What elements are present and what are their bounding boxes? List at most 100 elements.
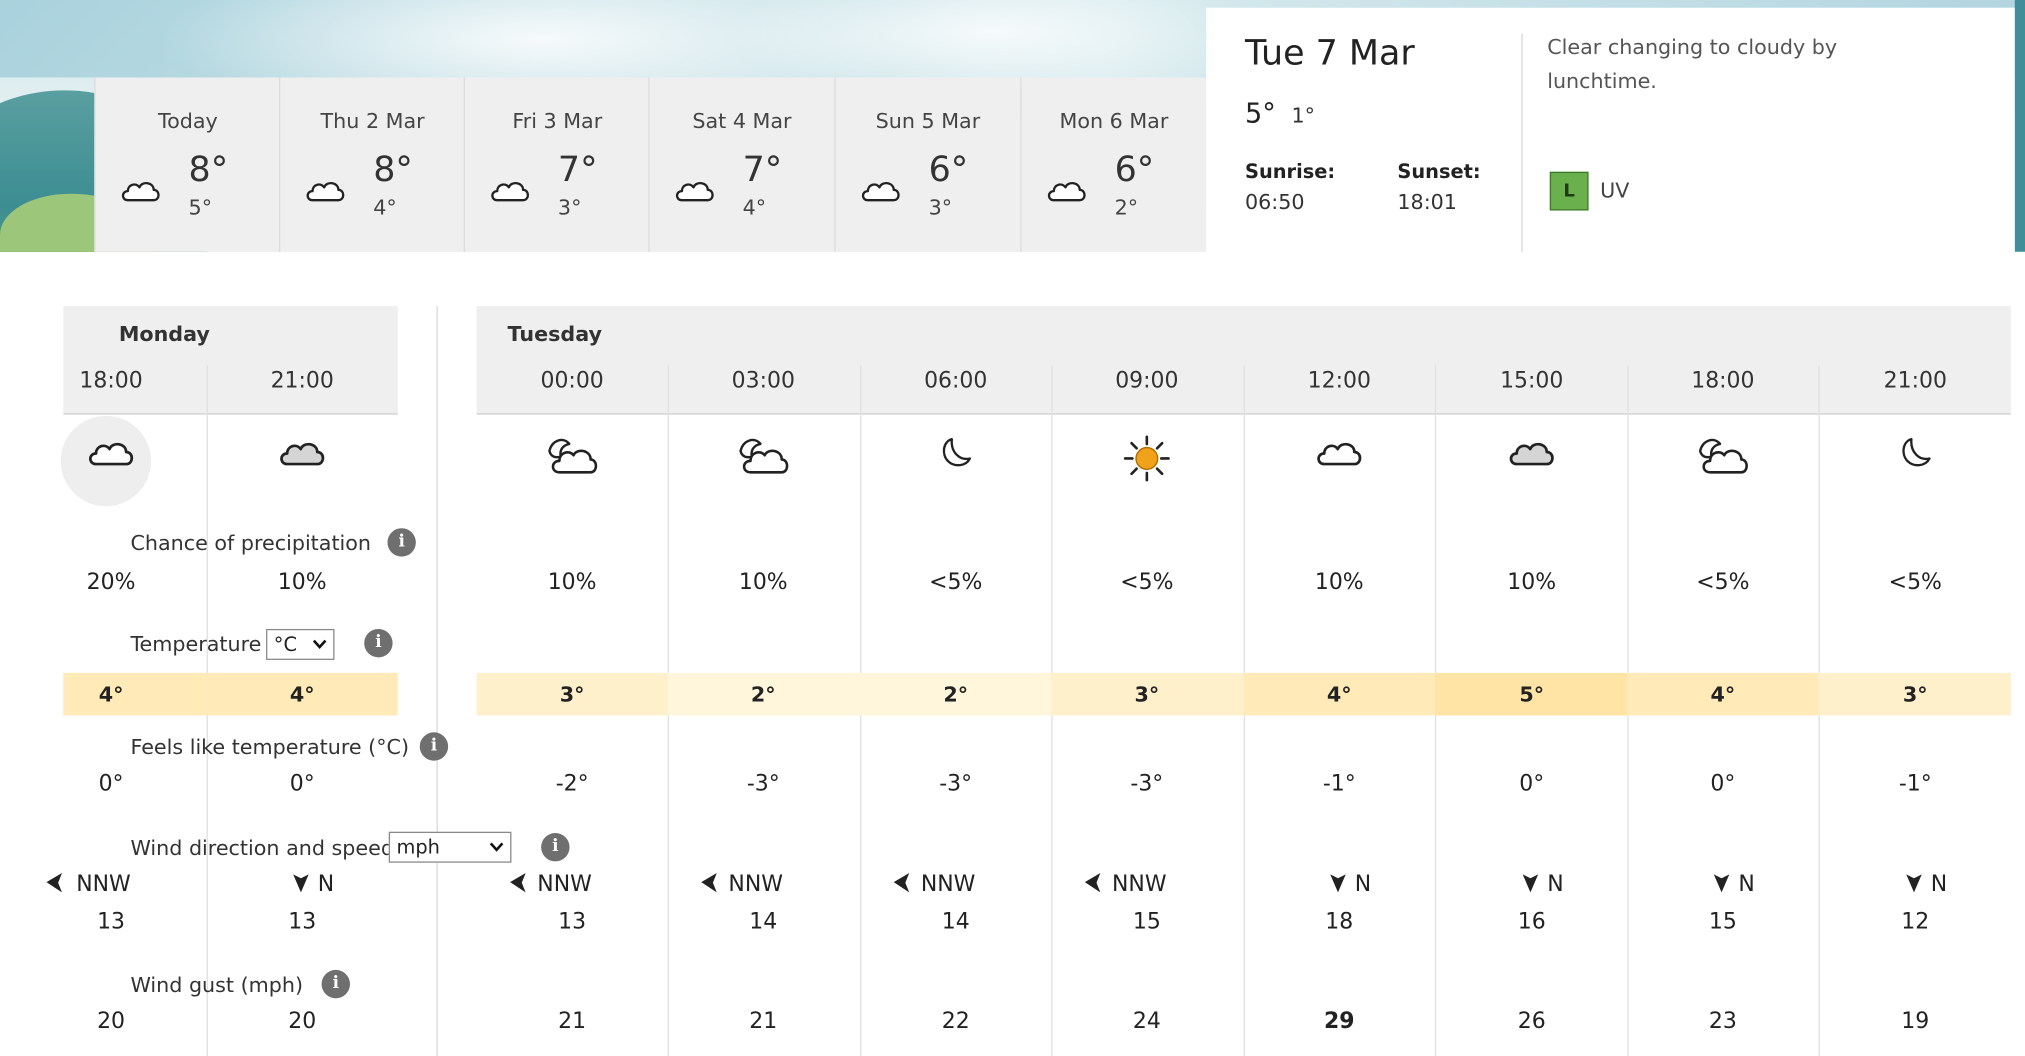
wind-direction-label: NNW [920, 871, 976, 898]
chevron-down-icon [312, 639, 327, 649]
hour-time[interactable]: 18:00 [1627, 368, 1818, 394]
wind-speed-value: 18 [1325, 909, 1354, 936]
cloud-icon [859, 174, 903, 205]
wind-direction-label: N [1354, 871, 1372, 898]
wind-speed-value: 14 [749, 909, 778, 936]
wind-speed-value: 13 [97, 909, 126, 936]
day-tab-name: Thu 2 Mar [320, 108, 425, 134]
selected-date: Tue 7 Mar [1245, 33, 1415, 74]
day-tab[interactable]: Mon 6 Mar 6° 2° [1020, 77, 1207, 252]
wind-direction-label: NNW [76, 871, 131, 898]
cloud-icon[interactable] [207, 434, 398, 486]
hour-time[interactable]: 12:00 [1244, 368, 1435, 394]
day-tab[interactable]: Sat 4 Mar 7° 4° [648, 77, 835, 252]
forecast-page: Today 8° 5° Thu 2 Mar 8° 4° Fri 3 Mar 7°… [0, 0, 2025, 1056]
sun-icon[interactable] [1051, 434, 1242, 486]
wind-speed-value: 14 [941, 909, 970, 936]
wind-info-icon[interactable]: i [541, 833, 570, 862]
partly-cloudy-night-icon[interactable] [477, 434, 668, 486]
moon-icon[interactable] [860, 434, 1051, 486]
wind-unit-select[interactable]: mph [388, 831, 512, 863]
wind-gust-value: 23 [1708, 1008, 1737, 1035]
wind-gust-value: 26 [1517, 1008, 1546, 1035]
feels-like-value: -3° [746, 771, 780, 797]
wind-arrow-n-icon [1329, 872, 1347, 894]
wind-unit-value: mph [396, 835, 440, 859]
feels-row-label: Feels like temperature (°C) [130, 734, 410, 760]
uv-label: UV [1600, 178, 1630, 203]
wind-gust-value: 24 [1132, 1008, 1161, 1035]
sunset-label: Sunset: [1397, 160, 1481, 184]
hour-time[interactable]: 21:00 [207, 368, 398, 394]
temp-value: 5° [1519, 681, 1545, 707]
temp-unit-value: °C [273, 632, 298, 657]
partly-cloudy-night-icon[interactable] [1627, 434, 1818, 486]
wind-arrow-n-icon [1521, 872, 1539, 894]
wind-direction-label: N [1547, 871, 1564, 898]
wind-gust-value: 21 [558, 1008, 587, 1035]
day-tab-max-temp: 8° [188, 149, 229, 190]
wind-speed-value: 13 [288, 909, 317, 936]
gust-row-label: Wind gust (mph) [130, 972, 304, 998]
day-tab-name: Fri 3 Mar [512, 108, 603, 134]
hour-time[interactable]: 15:00 [1436, 368, 1627, 394]
temp-value: 2° [943, 681, 969, 707]
wind-speed-value: 16 [1517, 909, 1546, 936]
wind-direction-label: N [1930, 871, 1948, 898]
wind-arrow-n-icon [1713, 872, 1731, 894]
feels-info-icon[interactable]: i [419, 732, 449, 761]
temp-value: 4° [289, 681, 315, 707]
wind-direction: NNW [1084, 868, 1320, 899]
wind-arrow-nnw-icon [509, 872, 527, 894]
wind-speed-value: 15 [1708, 909, 1737, 936]
hour-time[interactable]: 21:00 [1820, 368, 2011, 394]
hour-time[interactable]: 03:00 [668, 368, 859, 394]
hour-time[interactable]: 06:00 [860, 368, 1051, 394]
wind-gust-value: 29 [1323, 1008, 1355, 1035]
precip-value: 10% [277, 569, 327, 596]
wind-direction-label: NNW [537, 871, 592, 898]
wind-direction: NNW [46, 868, 284, 899]
precip-value: <5% [929, 569, 983, 596]
day-tab-min-temp: 4° [373, 195, 397, 220]
temp-unit-select[interactable]: °C [266, 628, 335, 660]
day-tab-min-temp: 3° [928, 195, 953, 220]
day-tab-name: Sat 4 Mar [692, 108, 792, 134]
day-tab[interactable]: Sun 5 Mar 6° 3° [834, 77, 1021, 252]
temp-info-icon[interactable]: i [364, 628, 393, 658]
uv-level-badge[interactable]: L [1549, 171, 1589, 211]
precip-info-icon[interactable]: i [387, 528, 416, 557]
wind-direction: N [1514, 868, 1705, 899]
cloud-icon[interactable] [1244, 434, 1435, 486]
precip-value: <5% [1120, 569, 1174, 596]
day-tab-max-temp: 6° [1114, 149, 1155, 190]
cloud-icon [1045, 174, 1089, 205]
hour-time[interactable]: 09:00 [1051, 368, 1242, 394]
landscape-edge [2014, 0, 2025, 252]
temp-value: 4° [1710, 681, 1736, 707]
hour-time[interactable]: 00:00 [477, 368, 668, 394]
monday-header: Monday [63, 306, 398, 415]
day-tab[interactable]: Fri 3 Mar 7° 3° [463, 77, 650, 252]
cloud-icon [119, 174, 163, 205]
day-tab[interactable]: Today 8° 5° [94, 77, 281, 252]
day-tab[interactable]: Thu 2 Mar 8° 4° [278, 77, 465, 252]
feels-like-value: -3° [939, 771, 973, 797]
wind-direction: N [1705, 868, 1896, 899]
feels-like-value: -1° [1322, 771, 1356, 797]
wind-arrow-n-icon [1905, 872, 1923, 894]
feels-like-value: -2° [555, 771, 589, 797]
wind-gust-value: 21 [749, 1008, 778, 1035]
hour-time[interactable]: 18:00 [15, 368, 206, 394]
precip-value: 20% [86, 569, 136, 596]
wind-gust-value: 22 [941, 1008, 970, 1035]
wind-gust-value: 19 [1901, 1008, 1930, 1035]
precip-value: 10% [1314, 569, 1364, 596]
selected-day-panel: Tue 7 Mar 5° 1° Sunrise: 06:50 Sunset: 1… [1206, 7, 2015, 252]
cloud-icon[interactable] [15, 434, 206, 486]
partly-cloudy-night-icon[interactable] [668, 434, 859, 486]
cloud-icon[interactable] [1436, 434, 1627, 486]
sunrise-label: Sunrise: [1245, 160, 1336, 184]
gust-info-icon[interactable]: i [321, 969, 350, 999]
moon-icon[interactable] [1820, 434, 2011, 486]
